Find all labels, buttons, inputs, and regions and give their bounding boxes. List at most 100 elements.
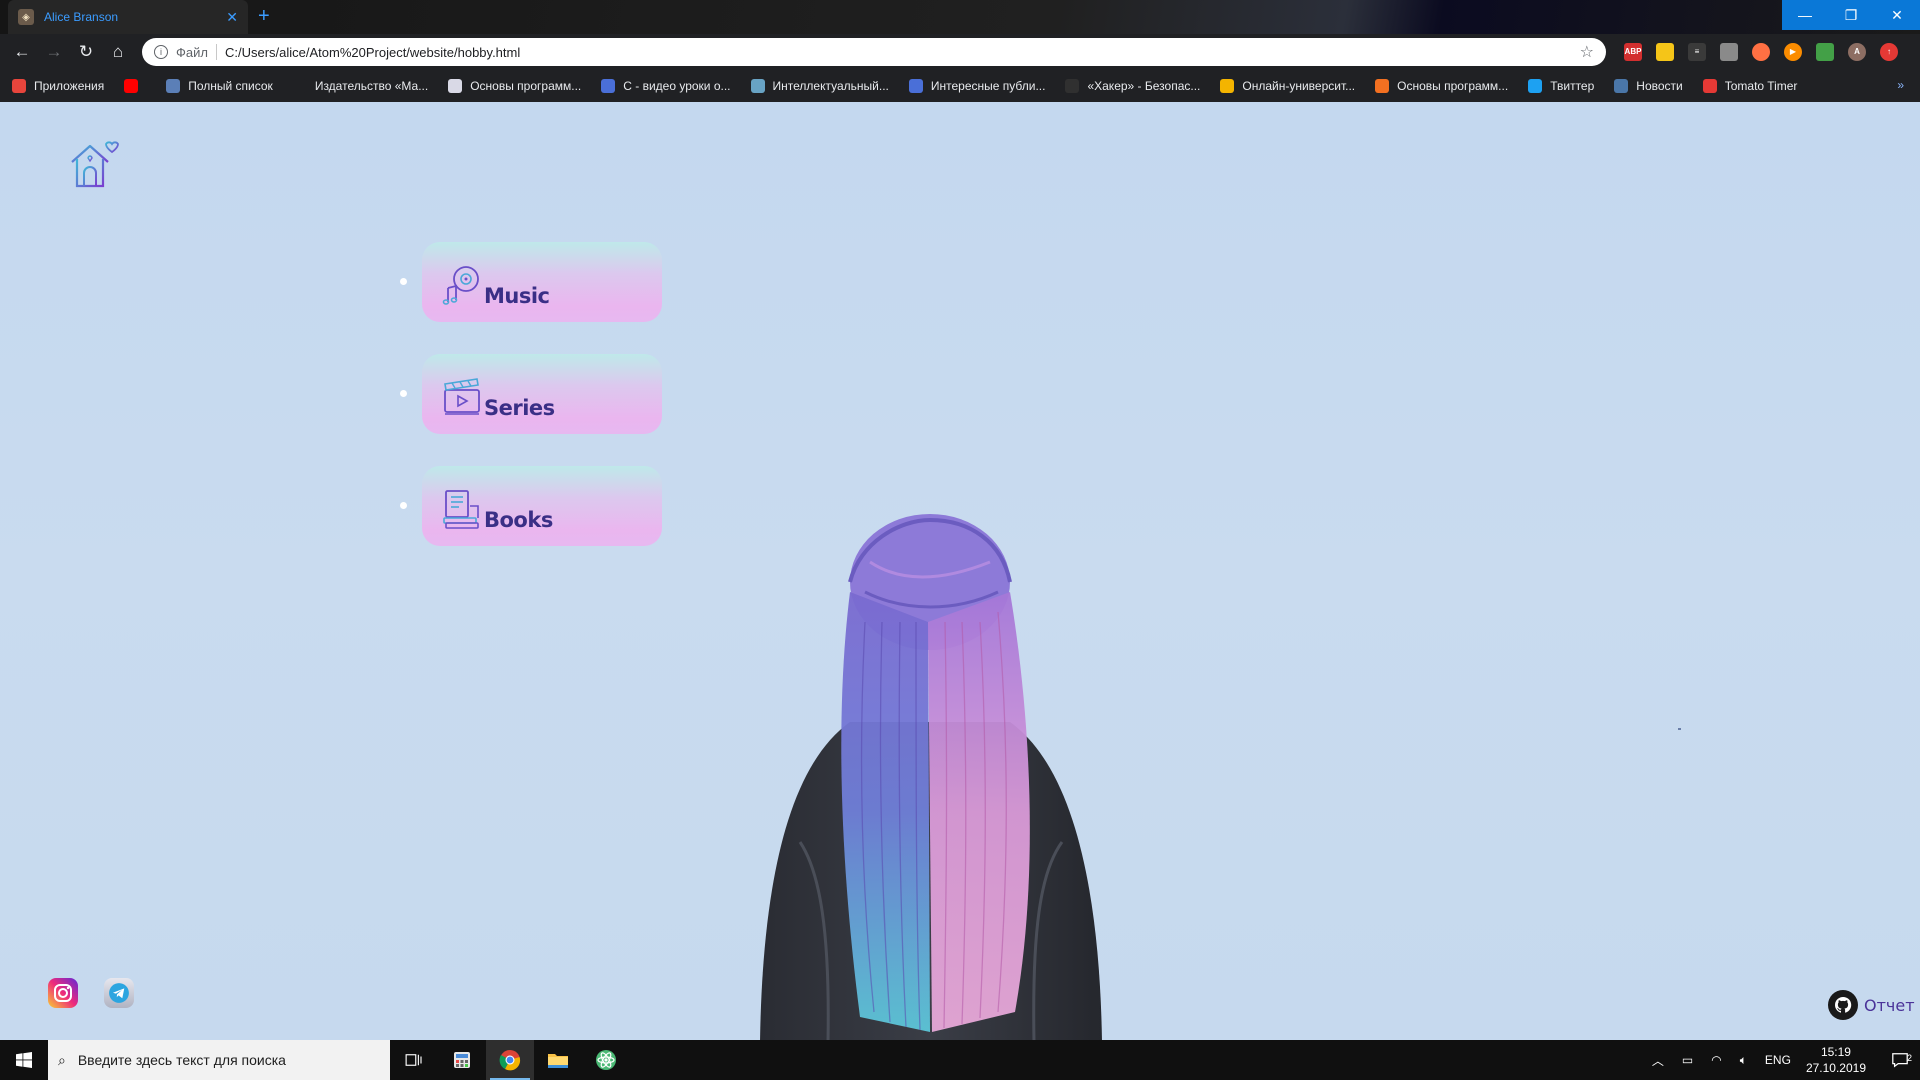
bookmark-item[interactable]: Основы программ... — [448, 79, 581, 93]
bookmark-favicon-icon — [908, 79, 923, 93]
list-extension-icon[interactable]: ≡ — [1688, 43, 1706, 61]
bookmark-item[interactable]: Приложения — [12, 79, 104, 93]
address-divider — [215, 44, 217, 60]
bookmark-label: Издательство «Ма... — [314, 79, 429, 93]
clock-time: 15:19 — [1820, 1045, 1851, 1059]
tab-favicon-icon: ◈ — [18, 9, 34, 25]
update-alert-icon[interactable]: ↑ — [1880, 43, 1898, 61]
restore-button[interactable]: ❐ — [1828, 0, 1874, 30]
reload-icon[interactable]: ↻ — [70, 36, 102, 68]
address-scheme: Файл — [176, 44, 208, 60]
bookmark-item[interactable]: Онлайн-университ... — [1220, 79, 1355, 93]
puzzle-extension-icon[interactable] — [1816, 43, 1834, 61]
system-clock[interactable]: 15:19 27.10.2019 — [1806, 1044, 1866, 1076]
windows-taskbar: ⌕ Введите здесь текст для поиска ︿ ▭ ◠ 🔈… — [0, 1040, 1920, 1080]
bookmark-favicon-icon — [1375, 79, 1390, 93]
bookmark-label: C - видео уроки о... — [623, 79, 731, 93]
bookmark-item[interactable]: Издательство «Ма... — [292, 79, 429, 93]
wifi-icon[interactable]: ◠ — [1711, 1053, 1721, 1067]
taskbar-search[interactable]: ⌕ Введите здесь текст для поиска — [48, 1040, 390, 1080]
tab-close-icon[interactable]: ✕ — [226, 9, 238, 26]
forward-arrow-icon[interactable]: → — [38, 36, 70, 68]
action-center-icon[interactable]: 2 — [1880, 1051, 1920, 1069]
books-label: Books — [484, 508, 553, 532]
bookmark-item[interactable]: Интересные публи... — [908, 79, 1046, 93]
play-extension-icon[interactable]: ▶ — [1784, 43, 1802, 61]
browser-toolbar: ← → ↻ ⌂ i Файл C:/Users/alice/Atom%20Pro… — [0, 34, 1920, 70]
home-button-icon[interactable]: ⌂ — [102, 36, 134, 68]
instagram-icon[interactable] — [48, 978, 78, 1008]
notification-count: 2 — [1906, 1053, 1912, 1063]
bookmark-favicon-icon — [1065, 79, 1080, 93]
chrome-app-icon[interactable] — [486, 1040, 534, 1080]
windows-start-icon[interactable] — [0, 1040, 48, 1080]
bookmark-favicon-icon — [601, 79, 616, 93]
bookmark-label: Основы программ... — [470, 79, 582, 93]
tray-expand-icon[interactable]: ︿ — [1652, 1052, 1664, 1069]
bookmark-item[interactable]: C - видео уроки о... — [601, 79, 731, 93]
bookmark-label: Приложения — [34, 79, 105, 93]
bookmark-item[interactable]: «Хакер» - Безопас... — [1065, 79, 1200, 93]
bookmark-item[interactable]: Полный список — [166, 79, 273, 93]
address-url[interactable]: C:/Users/alice/Atom%20Project/website/ho… — [225, 45, 520, 60]
atom-app-icon[interactable] — [582, 1040, 630, 1080]
task-view-icon[interactable] — [390, 1040, 438, 1080]
browser-tab[interactable]: ◈ Alice Branson ✕ — [8, 0, 248, 34]
bookmark-star-icon[interactable]: ☆ — [1580, 42, 1594, 62]
bookmark-favicon-icon — [166, 79, 181, 93]
close-window-button[interactable]: ✕ — [1874, 0, 1920, 30]
series-link-button[interactable]: Series — [422, 354, 662, 434]
profile-avatar-icon[interactable]: A — [1848, 43, 1866, 61]
notes-extension-icon[interactable] — [1656, 43, 1674, 61]
bookmarks-bar: Приложения Полный список Издательство «Ма.… — [0, 70, 1920, 102]
bookmark-item[interactable]: Tomato Timer — [1702, 79, 1798, 93]
page-viewport: Music Series Books Отчет — [0, 102, 1920, 1040]
background-photo-woman-braids — [760, 514, 1102, 1040]
adblock-extension-icon[interactable]: ABP — [1624, 43, 1642, 61]
bookmark-label: Интересные публи... — [930, 79, 1046, 93]
language-indicator[interactable]: ENG — [1765, 1053, 1791, 1067]
extensions-area: ABP ≡ ▶ A ↑ — [1610, 42, 1898, 62]
bookmark-label: Твиттер — [1550, 79, 1595, 93]
bookmark-favicon-icon — [1614, 79, 1629, 93]
music-link-button[interactable]: Music — [422, 242, 662, 322]
bookmarks-overflow-button[interactable]: » — [1897, 78, 1904, 92]
search-icon: ⌕ — [58, 1051, 66, 1068]
bookmark-item[interactable]: Новости — [1614, 79, 1683, 93]
volume-icon[interactable]: 🔈︎ — [1740, 1053, 1747, 1068]
back-arrow-icon[interactable]: ← — [6, 36, 38, 68]
bookmark-label: Новости — [1636, 79, 1683, 93]
bookmark-label: Tomato Timer — [1724, 79, 1798, 93]
bookmark-label: Основы программ... — [1397, 79, 1509, 93]
bookmark-favicon-icon — [124, 79, 139, 93]
fire-extension-icon[interactable] — [1752, 43, 1770, 61]
file-explorer-icon[interactable] — [534, 1040, 582, 1080]
books-icon — [443, 490, 479, 529]
series-label: Series — [484, 396, 555, 420]
site-info-icon[interactable]: i — [154, 45, 168, 59]
taskbar-search-placeholder: Введите здесь текст для поиска — [77, 1052, 286, 1068]
address-bar[interactable]: i Файл C:/Users/alice/Atom%20Project/web… — [142, 38, 1606, 66]
bookmark-label: Онлайн-университ... — [1242, 79, 1356, 93]
tab-title: Alice Branson — [44, 10, 119, 24]
list-bullet — [400, 390, 407, 397]
bookmark-item[interactable]: Основы программ... — [1375, 79, 1508, 93]
battery-icon[interactable]: ▭ — [1682, 1053, 1693, 1067]
bookmark-item[interactable]: Твиттер — [1528, 79, 1594, 93]
list-bullet — [400, 278, 407, 285]
bookmark-item[interactable] — [124, 79, 146, 93]
list-bullet — [400, 502, 407, 509]
report-link[interactable]: Отчет — [1828, 990, 1915, 1020]
minimize-button[interactable]: — — [1782, 0, 1828, 30]
clapperboard-icon — [444, 378, 480, 415]
bookmark-item[interactable]: Интеллектуальный... — [750, 79, 889, 93]
home-heart-icon[interactable] — [66, 136, 120, 190]
new-tab-button[interactable]: + — [258, 5, 270, 27]
bookmark-favicon-icon — [1220, 79, 1235, 93]
telegram-icon[interactable] — [104, 978, 134, 1008]
window-controls: — ❐ ✕ — [1782, 0, 1920, 30]
books-link-button[interactable]: Books — [422, 466, 662, 546]
calculator-app-icon[interactable] — [438, 1040, 486, 1080]
image-extension-icon[interactable] — [1720, 43, 1738, 61]
social-links — [48, 978, 160, 1008]
